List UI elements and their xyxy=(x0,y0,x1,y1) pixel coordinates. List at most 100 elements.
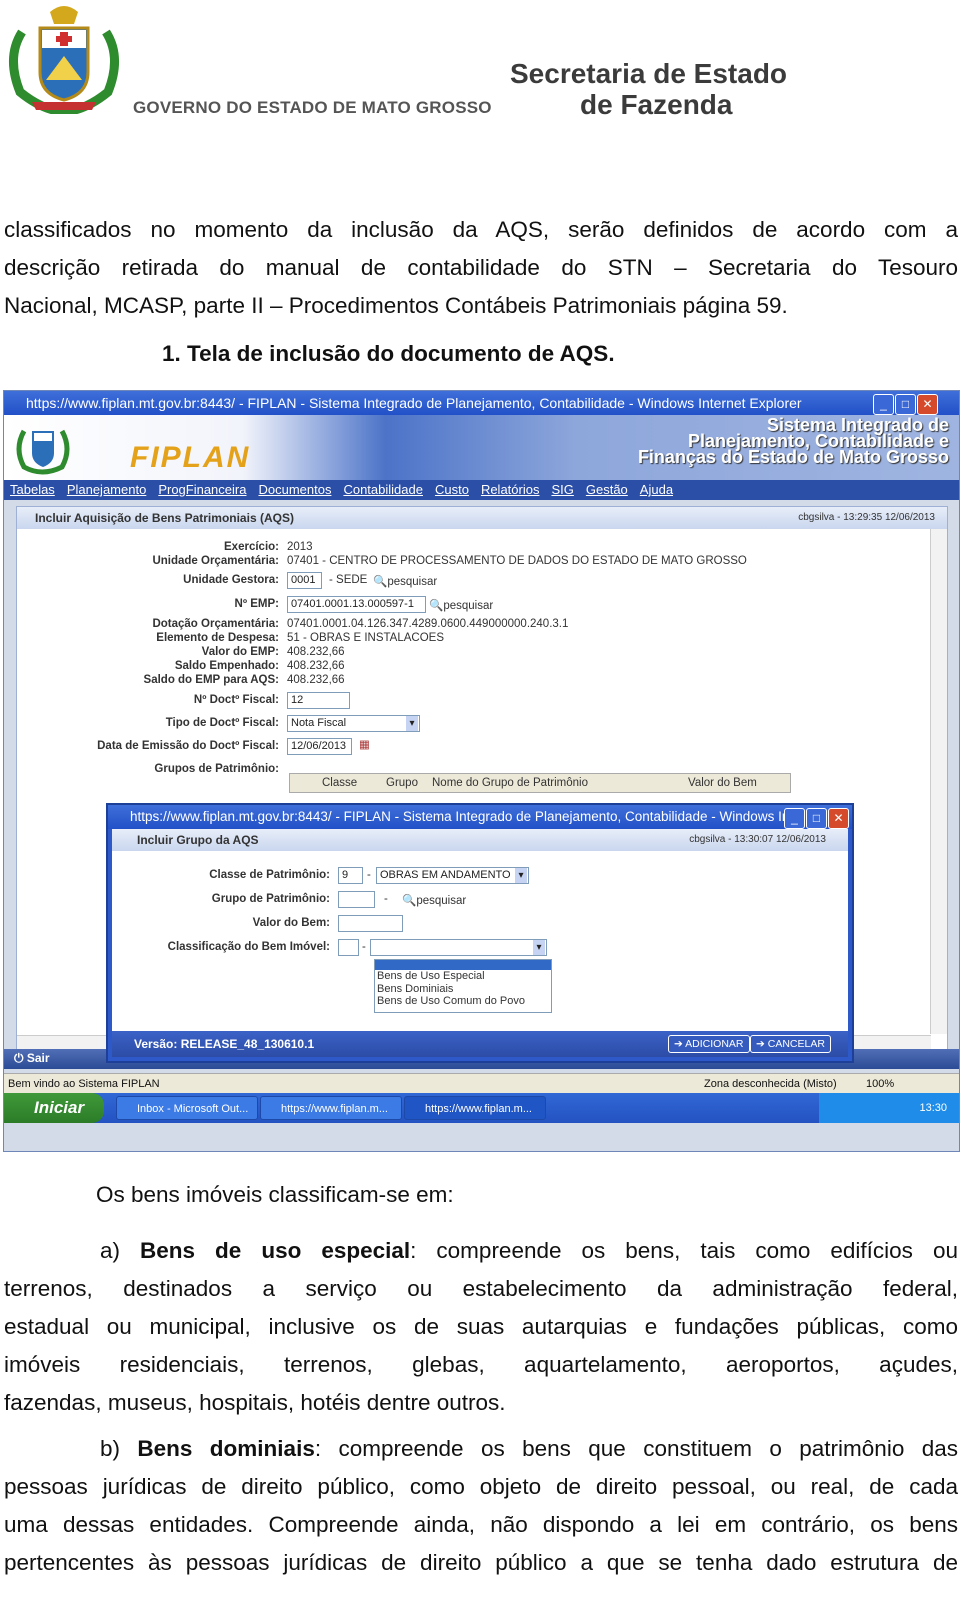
panel-title: Incluir Aquisição de Bens Patrimoniais (… xyxy=(35,511,294,525)
option-uso-comum[interactable]: Bens de Uso Comum do Povo xyxy=(375,995,551,1008)
doc-data-input[interactable]: 12/06/2013 xyxy=(287,738,352,755)
classification-intro: Os bens imóveis classificam-se em: xyxy=(96,1182,454,1207)
exercicio-value: 2013 xyxy=(287,541,313,553)
menu-item-progfinanceira[interactable]: ProgFinanceira xyxy=(158,482,246,497)
classe-code-input[interactable]: 9 xyxy=(338,867,363,884)
state-crest-logo xyxy=(8,6,120,114)
col-classe: Classe xyxy=(322,777,358,789)
arrow-icon: ➔ xyxy=(756,1038,765,1050)
doc-tipo-select[interactable]: Nota Fiscal xyxy=(287,715,420,732)
menu-item-relatorios[interactable]: Relatórios xyxy=(481,482,540,497)
grupo-search-link[interactable]: 🔍pesquisar xyxy=(402,893,466,907)
classe-select[interactable]: OBRAS EM ANDAMENTO xyxy=(376,867,529,884)
ug-name: - SEDE xyxy=(329,574,368,586)
security-zone: Zona desconhecida (Misto) xyxy=(704,1078,837,1090)
popup-header: Incluir Grupo da AQS cbgsilva - 13:30:07… xyxy=(112,829,848,851)
valor-bem-input[interactable] xyxy=(338,915,403,932)
popup-minimize-icon[interactable]: _ xyxy=(784,808,805,829)
version-label: Versão: RELEASE_48_130610.1 xyxy=(134,1037,315,1051)
elemento-label: Elemento de Despesa: xyxy=(156,632,279,644)
col-valor-bem: Valor do Bem xyxy=(688,777,757,789)
menu-item-tabelas[interactable]: Tabelas xyxy=(10,482,55,497)
paragraph-line: estadual ou municipal, inclusive os de s… xyxy=(4,1314,958,1339)
sair-button[interactable]: ⏻ Sair xyxy=(14,1051,50,1066)
browser-status-bar: Bem vindo ao Sistema FIPLAN Zona desconh… xyxy=(4,1073,959,1094)
ug-search-link[interactable]: 🔍pesquisar xyxy=(373,574,437,588)
option-dominiais[interactable]: Bens Dominiais xyxy=(375,983,551,996)
separator: - xyxy=(362,941,366,953)
system-tray: 13:30 xyxy=(819,1093,959,1123)
saldo-empenhado-value: 408.232,66 xyxy=(287,660,345,672)
task-ie-2[interactable]: https://www.fiplan.m... xyxy=(404,1096,546,1120)
maximize-icon[interactable]: □ xyxy=(895,394,916,415)
popup-titlebar: https://www.fiplan.mt.gov.br:8443/ - FIP… xyxy=(108,805,852,829)
cancelar-button[interactable]: ➔ CANCELAR xyxy=(750,1035,831,1053)
option-uso-especial[interactable]: Bens de Uso Especial xyxy=(375,970,551,983)
search-icon: 🔍 xyxy=(373,576,388,588)
separator: - xyxy=(384,893,388,905)
classificacao-select[interactable] xyxy=(370,939,547,956)
search-label: pesquisar xyxy=(416,895,467,907)
doc-num-label: Nº Doctº Fiscal: xyxy=(193,694,279,706)
uo-label: Unidade Orçamentária: xyxy=(152,555,279,567)
emp-input[interactable]: 07401.0001.13.000597-1 xyxy=(287,596,426,613)
valor-bem-label: Valor do Bem: xyxy=(252,917,330,929)
paragraph-line: uma dessas entidades. Compreende ainda, … xyxy=(4,1512,958,1537)
grupo-input[interactable] xyxy=(338,891,375,908)
menu-item-ajuda[interactable]: Ajuda xyxy=(640,482,673,497)
calendar-icon[interactable]: ▦ xyxy=(359,737,370,751)
paragraph-line: pertencentes às pessoas jurídicas de dir… xyxy=(4,1550,958,1575)
paragraph-line: Nacional, MCASP, parte II – Procedimento… xyxy=(4,293,788,318)
paragraph-b: b) Bens dominiais: compreende os bens qu… xyxy=(4,1430,958,1582)
popup-body: Incluir Grupo da AQS cbgsilva - 13:30:07… xyxy=(112,829,848,1031)
task-ie-1[interactable]: https://www.fiplan.m... xyxy=(260,1096,402,1120)
doc-num-input[interactable]: 12 xyxy=(287,692,350,709)
doc-tipo-label: Tipo de Doctº Fiscal: xyxy=(165,717,279,729)
menu-bar: Tabelas Planejamento ProgFinanceira Documen… xyxy=(4,480,959,500)
intro-paragraph: classificados no momento da inclusão da … xyxy=(4,211,958,325)
dotacao-value: 07401.0001.04.126.347.4289.0600.44900000… xyxy=(287,618,569,630)
paragraph-a: a) Bens de uso especial: compreende os b… xyxy=(4,1232,958,1422)
paragraph-line: a) Bens de uso especial: compreende os b… xyxy=(4,1232,958,1270)
dropdown-highlight xyxy=(375,960,551,970)
power-icon: ⏻ xyxy=(14,1051,27,1065)
adicionar-button[interactable]: ➔ ADICIONAR xyxy=(668,1035,750,1053)
menu-item-documentos[interactable]: Documentos xyxy=(258,482,331,497)
search-icon: 🔍 xyxy=(429,600,444,612)
col-grupo: Grupo xyxy=(386,777,418,789)
classificacao-label: Classificação do Bem Imóvel: xyxy=(167,941,330,953)
close-icon[interactable]: ✕ xyxy=(917,394,938,415)
vertical-scrollbar[interactable] xyxy=(930,529,947,1034)
menu-item-gestao[interactable]: Gestão xyxy=(586,482,628,497)
valor-emp-label: Valor do EMP: xyxy=(201,646,279,658)
classe-label: Classe de Patrimônio: xyxy=(209,869,330,881)
popup-close-icon[interactable]: ✕ xyxy=(828,808,849,829)
classificacao-code-input[interactable] xyxy=(338,939,359,956)
ug-code-input[interactable]: 0001 xyxy=(287,572,322,589)
task-outlook[interactable]: Inbox - Microsoft Out... xyxy=(116,1096,258,1120)
exercicio-label: Exercício: xyxy=(224,541,279,553)
panel-header: Incluir Aquisição de Bens Patrimoniais (… xyxy=(17,507,947,529)
minimize-icon[interactable]: _ xyxy=(873,394,894,415)
paragraph-line: imóveis residenciais, terrenos, glebas, … xyxy=(4,1352,958,1377)
paragraph-line: descrição retirada do manual de contabil… xyxy=(4,255,958,280)
paragraph-line: terrenos, destinados a serviço ou estabe… xyxy=(4,1276,958,1301)
zoom-level[interactable]: 100% xyxy=(866,1074,894,1094)
menu-item-planejamento[interactable]: Planejamento xyxy=(67,482,147,497)
arrow-icon: ➔ xyxy=(674,1038,683,1050)
window-titlebar: https://www.fiplan.mt.gov.br:8443/ - FIP… xyxy=(4,391,959,415)
windows-taskbar: Iniciar Inbox - Microsoft Out... https:/… xyxy=(4,1093,959,1123)
emp-search-link[interactable]: 🔍pesquisar xyxy=(429,598,493,612)
secretariat-title-line1: Secretaria de Estado xyxy=(510,58,788,89)
saldo-aqs-label: Saldo do EMP para AQS: xyxy=(143,674,279,686)
menu-item-custo[interactable]: Custo xyxy=(435,482,469,497)
menu-item-contabilidade[interactable]: Contabilidade xyxy=(343,482,423,497)
banner-line3: Finanças do Estado de Mato Grosso xyxy=(637,447,949,467)
paragraph-line: classificados no momento da inclusão da … xyxy=(4,217,958,242)
incluir-grupo-popup: https://www.fiplan.mt.gov.br:8443/ - FIP… xyxy=(106,803,854,1063)
menu-item-sig[interactable]: SIG xyxy=(551,482,573,497)
start-button[interactable]: Iniciar xyxy=(4,1093,104,1123)
search-label: pesquisar xyxy=(387,576,438,588)
clock: 13:30 xyxy=(919,1102,947,1114)
popup-maximize-icon[interactable]: □ xyxy=(806,808,827,829)
